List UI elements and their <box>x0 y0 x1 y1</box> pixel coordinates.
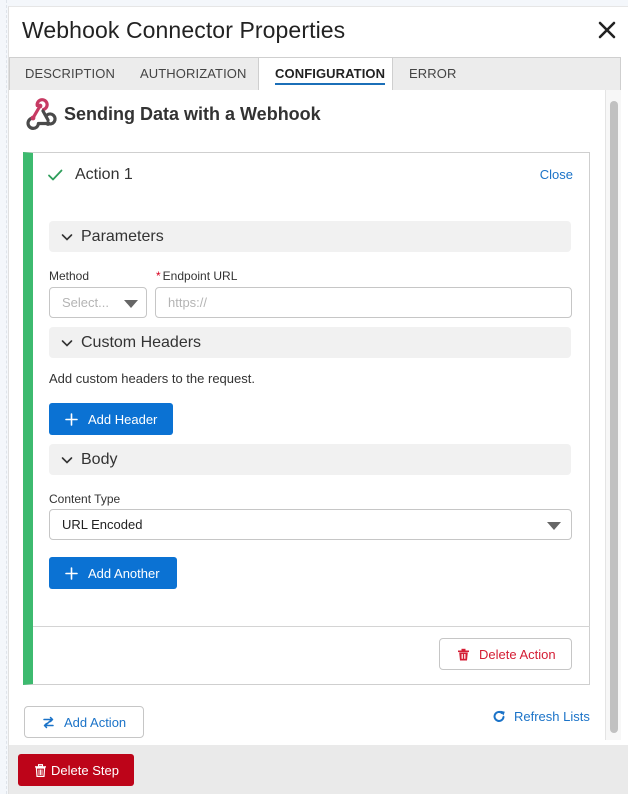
delete-action-button[interactable]: Delete Action <box>439 638 572 670</box>
chevron-down-icon <box>61 456 73 464</box>
custom-headers-help: Add custom headers to the request. <box>49 371 255 386</box>
method-placeholder: Select... <box>62 295 109 310</box>
tab-label: AUTHORIZATION <box>140 66 247 81</box>
vertical-scrollbar[interactable] <box>605 90 621 740</box>
tab-bar: DESCRIPTION AUTHORIZATION CONFIGURATION … <box>9 57 621 112</box>
delete-step-label: Delete Step <box>51 762 119 778</box>
chevron-down-icon <box>61 233 73 241</box>
add-action-label: Add Action <box>64 714 127 730</box>
action-title: Action 1 <box>75 166 133 183</box>
trash-icon <box>35 763 46 777</box>
chevron-down-icon <box>61 339 73 347</box>
configuration-panel: Sending Data with a Webhook Action 1 Clo… <box>9 90 621 745</box>
action-header: Action 1 <box>47 165 133 185</box>
add-another-label: Add Another <box>88 565 160 581</box>
trash-icon <box>458 648 469 660</box>
card-divider <box>33 626 590 627</box>
custom-headers-section-toggle[interactable]: Custom Headers <box>49 327 571 358</box>
tab-label: CONFIGURATION <box>275 66 386 85</box>
section-heading: Sending Data with a Webhook <box>23 96 321 132</box>
delete-step-button[interactable]: Delete Step <box>18 754 134 786</box>
caret-down-icon <box>547 522 561 530</box>
delete-action-label: Delete Action <box>479 646 556 662</box>
body-section-toggle[interactable]: Body <box>49 444 571 475</box>
webhook-icon <box>26 98 57 130</box>
endpoint-url-label: * Endpoint URL <box>156 269 237 283</box>
add-another-button[interactable]: Add Another <box>49 557 177 589</box>
action-card: Action 1 Close Parameters Method * Endpoi… <box>23 152 590 685</box>
body-header: Body <box>81 450 118 468</box>
endpoint-url-placeholder: https:// <box>168 295 208 310</box>
endpoint-url-label-text: Endpoint URL <box>162 269 238 283</box>
dialog-footer: Delete Step <box>9 745 628 794</box>
dialog-title: Webhook Connector Properties <box>22 17 346 43</box>
refresh-lists-link[interactable]: Refresh Lists <box>493 707 590 725</box>
swap-arrows-icon <box>43 716 54 728</box>
custom-headers-header: Custom Headers <box>81 333 202 351</box>
parameters-header: Parameters <box>81 227 164 245</box>
tab-error-handling[interactable]: ERROR HANDLING <box>393 58 533 112</box>
endpoint-url-input[interactable]: https:// <box>155 287 572 318</box>
content-type-label: Content Type <box>49 492 121 506</box>
required-indicator: * <box>156 269 161 283</box>
caret-down-icon <box>124 300 138 308</box>
dialog-title-bar: Webhook Connector Properties <box>9 7 628 57</box>
add-header-label: Add Header <box>88 411 158 427</box>
add-header-button[interactable]: Add Header <box>49 403 173 435</box>
close-action-link[interactable]: Close <box>540 167 573 182</box>
plus-icon <box>65 566 78 580</box>
close-icon <box>598 21 616 39</box>
add-action-button[interactable]: Add Action <box>24 706 144 738</box>
backdrop-guide <box>6 0 7 794</box>
tab-description[interactable]: DESCRIPTION <box>10 58 124 90</box>
refresh-icon <box>493 710 505 722</box>
tab-label: DESCRIPTION <box>25 66 115 81</box>
check-icon <box>48 169 63 181</box>
tab-authorization[interactable]: AUTHORIZATION <box>124 58 258 90</box>
scrollbar-thumb[interactable] <box>610 101 618 733</box>
section-title: Sending Data with a Webhook <box>64 103 321 124</box>
plus-icon <box>65 412 78 426</box>
parameters-section-toggle[interactable]: Parameters <box>49 221 571 252</box>
method-select[interactable]: Select... <box>49 287 147 318</box>
refresh-lists-label: Refresh Lists <box>514 708 590 724</box>
method-label: Method <box>49 269 90 283</box>
webhook-properties-dialog: Webhook Connector Properties DESCRIPTION… <box>8 6 628 794</box>
content-type-select[interactable]: URL Encoded <box>49 509 572 540</box>
tab-configuration[interactable]: CONFIGURATION <box>258 58 393 92</box>
content-type-value: URL Encoded <box>62 517 143 532</box>
close-dialog-button[interactable] <box>595 18 619 42</box>
